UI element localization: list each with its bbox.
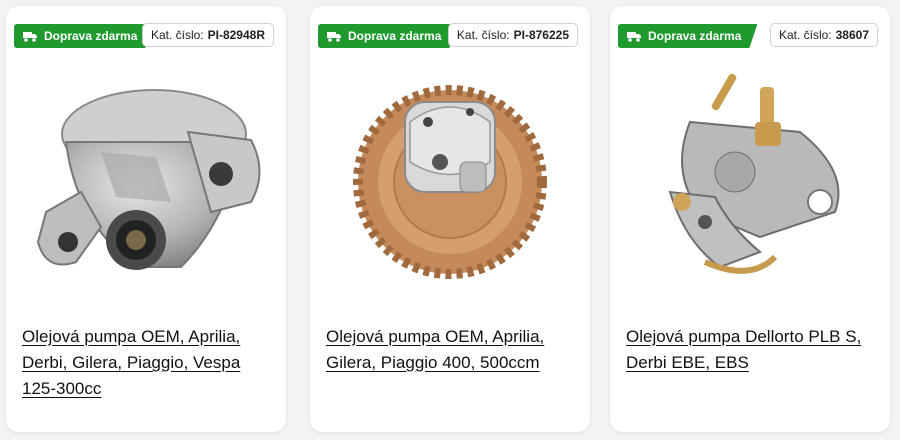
catalog-number: Kat. číslo: 38607: [769, 23, 878, 47]
catalog-value: 38607: [835, 28, 869, 42]
product-title-link[interactable]: Olejová pumpa Dellorto PLB S, Derbi EBE,…: [626, 324, 876, 376]
product-image[interactable]: [610, 62, 890, 302]
product-card[interactable]: Doprava zdarma Kat. číslo: 38607 Olejová…: [610, 6, 890, 432]
catalog-label: Kat. číslo:: [456, 28, 510, 42]
delivery-truck-icon: [326, 29, 342, 43]
badge-label: Doprava zdarma: [648, 29, 742, 43]
delivery-truck-icon: [626, 29, 642, 43]
product-card[interactable]: Doprava zdarma Kat. číslo: PI-82948R Ole…: [6, 6, 286, 432]
product-title-link[interactable]: Olejová pumpa OEM, Aprilia, Gilera, Piag…: [326, 324, 576, 376]
product-image[interactable]: [6, 62, 286, 302]
delivery-truck-icon: [22, 29, 38, 43]
product-title-link[interactable]: Olejová pumpa OEM, Aprilia, Derbi, Giler…: [22, 324, 272, 402]
product-image[interactable]: [310, 62, 590, 302]
catalog-value: PI-876225: [513, 28, 569, 42]
catalog-number: Kat. číslo: PI-82948R: [141, 23, 274, 47]
catalog-value: PI-82948R: [207, 28, 265, 42]
free-shipping-badge: Doprava zdarma: [618, 24, 757, 48]
catalog-label: Kat. číslo:: [150, 28, 204, 42]
badge-label: Doprava zdarma: [348, 29, 442, 43]
free-shipping-badge: Doprava zdarma: [318, 24, 457, 48]
badge-label: Doprava zdarma: [44, 29, 138, 43]
catalog-number: Kat. číslo: PI-876225: [447, 23, 578, 47]
product-card[interactable]: Doprava zdarma Kat. číslo: PI-876225 Ole…: [310, 6, 590, 432]
catalog-label: Kat. číslo:: [778, 28, 832, 42]
free-shipping-badge: Doprava zdarma: [14, 24, 153, 48]
